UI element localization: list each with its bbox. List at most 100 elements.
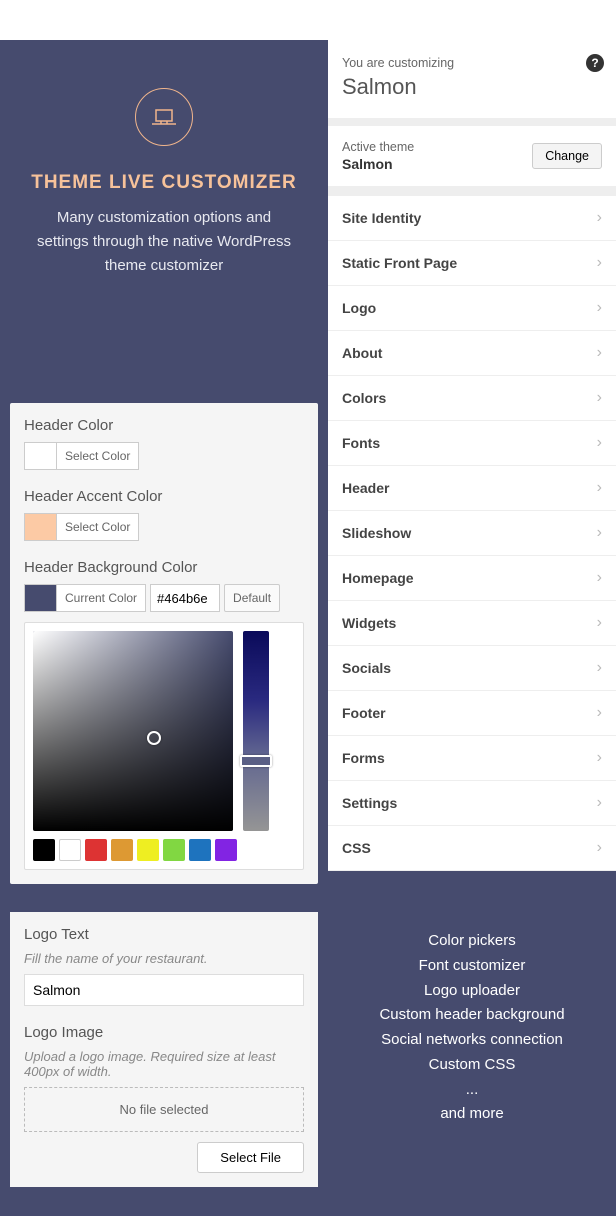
chevron-right-icon: › xyxy=(597,524,602,542)
logo-image-desc: Upload a logo image. Required size at le… xyxy=(24,1049,304,1079)
menu-item-site-identity[interactable]: Site Identity › xyxy=(328,196,616,241)
header-color-button[interactable]: Select Color xyxy=(56,442,139,470)
chevron-right-icon: › xyxy=(597,614,602,632)
change-theme-button[interactable]: Change xyxy=(532,143,602,169)
feature-item: Custom CSS xyxy=(344,1053,600,1078)
header-color-label: Header Color xyxy=(24,417,304,434)
menu-item-label: Slideshow xyxy=(342,525,411,541)
chevron-right-icon: › xyxy=(597,299,602,317)
chevron-right-icon: › xyxy=(597,569,602,587)
feature-item: Color pickers xyxy=(344,929,600,954)
preset-color[interactable] xyxy=(189,839,211,861)
menu-item-label: Static Front Page xyxy=(342,255,457,271)
active-theme-bar: Active theme Salmon Change xyxy=(328,126,616,186)
menu-item-label: Widgets xyxy=(342,615,396,631)
bg-color-button[interactable]: Current Color xyxy=(56,584,146,612)
color-presets xyxy=(33,839,295,861)
menu-item-label: Footer xyxy=(342,705,386,721)
menu-item-widgets[interactable]: Widgets › xyxy=(328,601,616,646)
feature-item: Logo uploader xyxy=(344,979,600,1004)
chevron-right-icon: › xyxy=(597,659,602,677)
bg-color-label: Header Background Color xyxy=(24,559,304,576)
logo-panel: Logo Text Fill the name of your restaura… xyxy=(10,912,318,1187)
accent-color-button[interactable]: Select Color xyxy=(56,513,139,541)
chevron-right-icon: › xyxy=(597,704,602,722)
menu-item-logo[interactable]: Logo › xyxy=(328,286,616,331)
feature-item: Font customizer xyxy=(344,954,600,979)
color-panel: Header Color Select Color Header Accent … xyxy=(10,403,318,884)
menu-item-css[interactable]: CSS › xyxy=(328,826,616,871)
feature-item: ... xyxy=(344,1078,600,1103)
menu-item-about[interactable]: About › xyxy=(328,331,616,376)
chevron-right-icon: › xyxy=(597,794,602,812)
hero-description: Many customization options and settings … xyxy=(24,206,304,278)
chevron-right-icon: › xyxy=(597,839,602,857)
chevron-right-icon: › xyxy=(597,434,602,452)
file-dropzone[interactable]: No file selected xyxy=(24,1087,304,1132)
preset-color[interactable] xyxy=(111,839,133,861)
feature-item: Custom header background xyxy=(344,1003,600,1028)
hero-section: THEME LIVE CUSTOMIZER Many customization… xyxy=(0,40,328,403)
menu-item-label: Colors xyxy=(342,390,386,406)
menu-item-label: Fonts xyxy=(342,435,380,451)
picker-handle[interactable] xyxy=(147,731,161,745)
preset-color[interactable] xyxy=(85,839,107,861)
menu-item-label: About xyxy=(342,345,382,361)
hero-title: THEME LIVE CUSTOMIZER xyxy=(24,172,304,194)
menu-item-label: Settings xyxy=(342,795,397,811)
preset-color[interactable] xyxy=(215,839,237,861)
menu-item-label: Forms xyxy=(342,750,385,766)
bg-color-swatch[interactable] xyxy=(24,584,57,612)
customizer-menu: Site Identity›Static Front Page›Logo›Abo… xyxy=(328,196,616,871)
menu-item-label: Logo xyxy=(342,300,376,316)
chevron-right-icon: › xyxy=(597,344,602,362)
menu-item-footer[interactable]: Footer › xyxy=(328,691,616,736)
color-picker xyxy=(24,622,304,870)
feature-item: Social networks connection xyxy=(344,1028,600,1053)
header-color-swatch[interactable] xyxy=(24,442,57,470)
menu-item-homepage[interactable]: Homepage › xyxy=(328,556,616,601)
preset-color[interactable] xyxy=(137,839,159,861)
customizer-header: You are customizing Salmon ? xyxy=(328,40,616,118)
saturation-picker[interactable] xyxy=(33,631,233,831)
menu-item-label: Site Identity xyxy=(342,210,421,226)
logo-text-label: Logo Text xyxy=(24,926,304,943)
menu-item-label: Socials xyxy=(342,660,391,676)
menu-item-forms[interactable]: Forms › xyxy=(328,736,616,781)
chevron-right-icon: › xyxy=(597,254,602,272)
preset-color[interactable] xyxy=(59,839,81,861)
feature-item: and more xyxy=(344,1102,600,1127)
menu-item-static-front-page[interactable]: Static Front Page › xyxy=(328,241,616,286)
logo-text-input[interactable] xyxy=(24,974,304,1006)
menu-item-settings[interactable]: Settings › xyxy=(328,781,616,826)
active-theme-name: Salmon xyxy=(342,156,414,172)
chevron-right-icon: › xyxy=(597,389,602,407)
chevron-right-icon: › xyxy=(597,479,602,497)
hue-slider[interactable] xyxy=(243,631,269,831)
accent-color-label: Header Accent Color xyxy=(24,488,304,505)
customizer-subtitle: You are customizing xyxy=(342,56,602,70)
chevron-right-icon: › xyxy=(597,749,602,767)
help-icon[interactable]: ? xyxy=(586,54,604,72)
select-file-button[interactable]: Select File xyxy=(197,1142,304,1173)
active-theme-label: Active theme xyxy=(342,140,414,154)
menu-item-header[interactable]: Header › xyxy=(328,466,616,511)
customizer-title: Salmon xyxy=(342,74,602,100)
logo-image-label: Logo Image xyxy=(24,1024,304,1041)
preset-color[interactable] xyxy=(33,839,55,861)
customizer-icon xyxy=(135,88,193,146)
logo-text-desc: Fill the name of your restaurant. xyxy=(24,951,304,966)
preset-color[interactable] xyxy=(163,839,185,861)
hue-handle[interactable] xyxy=(240,755,272,767)
accent-color-swatch[interactable] xyxy=(24,513,57,541)
menu-item-slideshow[interactable]: Slideshow › xyxy=(328,511,616,556)
menu-item-label: Homepage xyxy=(342,570,414,586)
bg-color-hex-input[interactable] xyxy=(150,584,220,612)
menu-item-label: Header xyxy=(342,480,389,496)
bg-color-default-button[interactable]: Default xyxy=(224,584,280,612)
chevron-right-icon: › xyxy=(597,209,602,227)
menu-item-label: CSS xyxy=(342,840,371,856)
menu-item-socials[interactable]: Socials › xyxy=(328,646,616,691)
menu-item-colors[interactable]: Colors › xyxy=(328,376,616,421)
menu-item-fonts[interactable]: Fonts › xyxy=(328,421,616,466)
